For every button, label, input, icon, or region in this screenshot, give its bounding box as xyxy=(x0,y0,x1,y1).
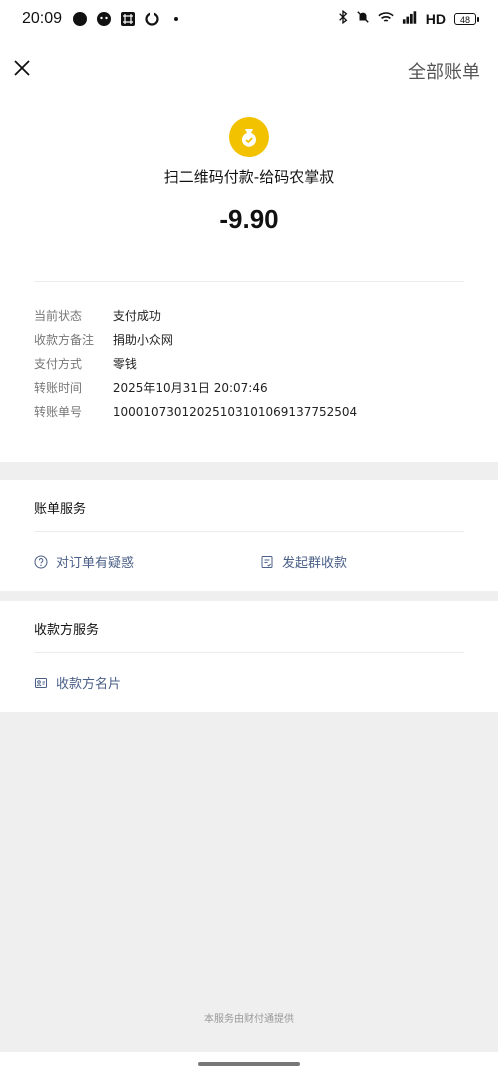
close-icon[interactable] xyxy=(12,58,32,78)
divider xyxy=(34,281,464,282)
payee-services-title: 收款方服务 xyxy=(34,623,100,638)
detail-row-transfer-number: 转账单号 10001073012025103101069137752504 xyxy=(34,403,357,420)
detail-label: 收款方备注 xyxy=(34,333,95,347)
document-icon xyxy=(261,555,273,568)
detail-label: 转账时间 xyxy=(34,381,83,395)
detail-label: 支付方式 xyxy=(34,357,83,371)
all-bills-link[interactable]: 全部账单 xyxy=(408,58,480,84)
detail-label: 当前状态 xyxy=(34,309,83,323)
wifi-icon xyxy=(378,11,394,27)
footer-background xyxy=(0,712,498,1052)
detail-row-payee-note: 收款方备注 捐助小众网 xyxy=(34,331,173,348)
group-collect-label: 发起群收款 xyxy=(282,556,348,571)
detail-row-status: 当前状态 支付成功 xyxy=(34,307,161,324)
detail-value: 2025年10月31日 20:07:46 xyxy=(112,381,268,395)
order-question-label: 对订单有疑惑 xyxy=(56,556,135,571)
battery-icon: 48 xyxy=(454,12,479,25)
payment-detail-card: 扫二维码付款-给码农掌叔 -9.90 当前状态 支付成功 收款方备注 捐助小众网… xyxy=(0,100,498,462)
section-gap xyxy=(0,462,498,480)
bluetooth-icon xyxy=(338,9,348,27)
section-gap xyxy=(0,591,498,601)
network-hd-label: HD xyxy=(425,10,446,27)
detail-label: 转账单号 xyxy=(34,405,83,419)
wechat-icon xyxy=(96,11,112,27)
merchant-name: 扫二维码付款-给码农掌叔 xyxy=(163,168,335,186)
more-notifications-dot-icon xyxy=(174,17,178,21)
payment-amount: -9.90 xyxy=(219,204,279,234)
notification-icons xyxy=(72,11,178,27)
payee-card-label: 收款方名片 xyxy=(56,677,122,692)
bill-services-title: 账单服务 xyxy=(34,502,87,517)
system-icons: HD 48 xyxy=(338,9,479,27)
merchant-logo xyxy=(229,117,269,157)
grid-app-icon xyxy=(120,11,136,27)
status-time: 20:09 xyxy=(22,10,63,27)
divider xyxy=(34,652,464,653)
payee-services-section: 收款方服务 收款方名片 xyxy=(0,601,498,712)
sync-icon xyxy=(144,11,160,27)
detail-value[interactable]: 10001073012025103101069137752504 xyxy=(113,405,357,419)
group-collect-link[interactable]: 发起群收款 xyxy=(260,552,347,571)
top-nav: 全部账单 xyxy=(0,48,498,88)
mute-bell-icon xyxy=(356,10,370,27)
card-icon xyxy=(35,677,47,688)
detail-row-transfer-time: 转账时间 2025年10月31日 20:07:46 xyxy=(34,379,268,396)
signal-icon xyxy=(402,10,418,27)
detail-row-payment-method: 支付方式 零钱 xyxy=(34,355,137,372)
question-icon xyxy=(34,555,48,568)
payee-card-link[interactable]: 收款方名片 xyxy=(34,673,121,692)
money-bag-icon xyxy=(242,129,256,147)
bill-services-section: 账单服务 对订单有疑惑 发起群收款 xyxy=(0,480,498,591)
footer-text: 本服务由财付通提供 xyxy=(204,1014,294,1025)
home-indicator[interactable] xyxy=(198,1062,300,1066)
detail-value: 支付成功 xyxy=(112,309,161,323)
detail-value: 零钱 xyxy=(112,357,137,371)
order-question-link[interactable]: 对订单有疑惑 xyxy=(34,552,134,571)
divider xyxy=(34,531,464,532)
chat-bubble-icon xyxy=(72,11,88,27)
detail-value: 捐助小众网 xyxy=(112,333,173,347)
status-bar: 20:09 HD 48 xyxy=(0,0,498,40)
